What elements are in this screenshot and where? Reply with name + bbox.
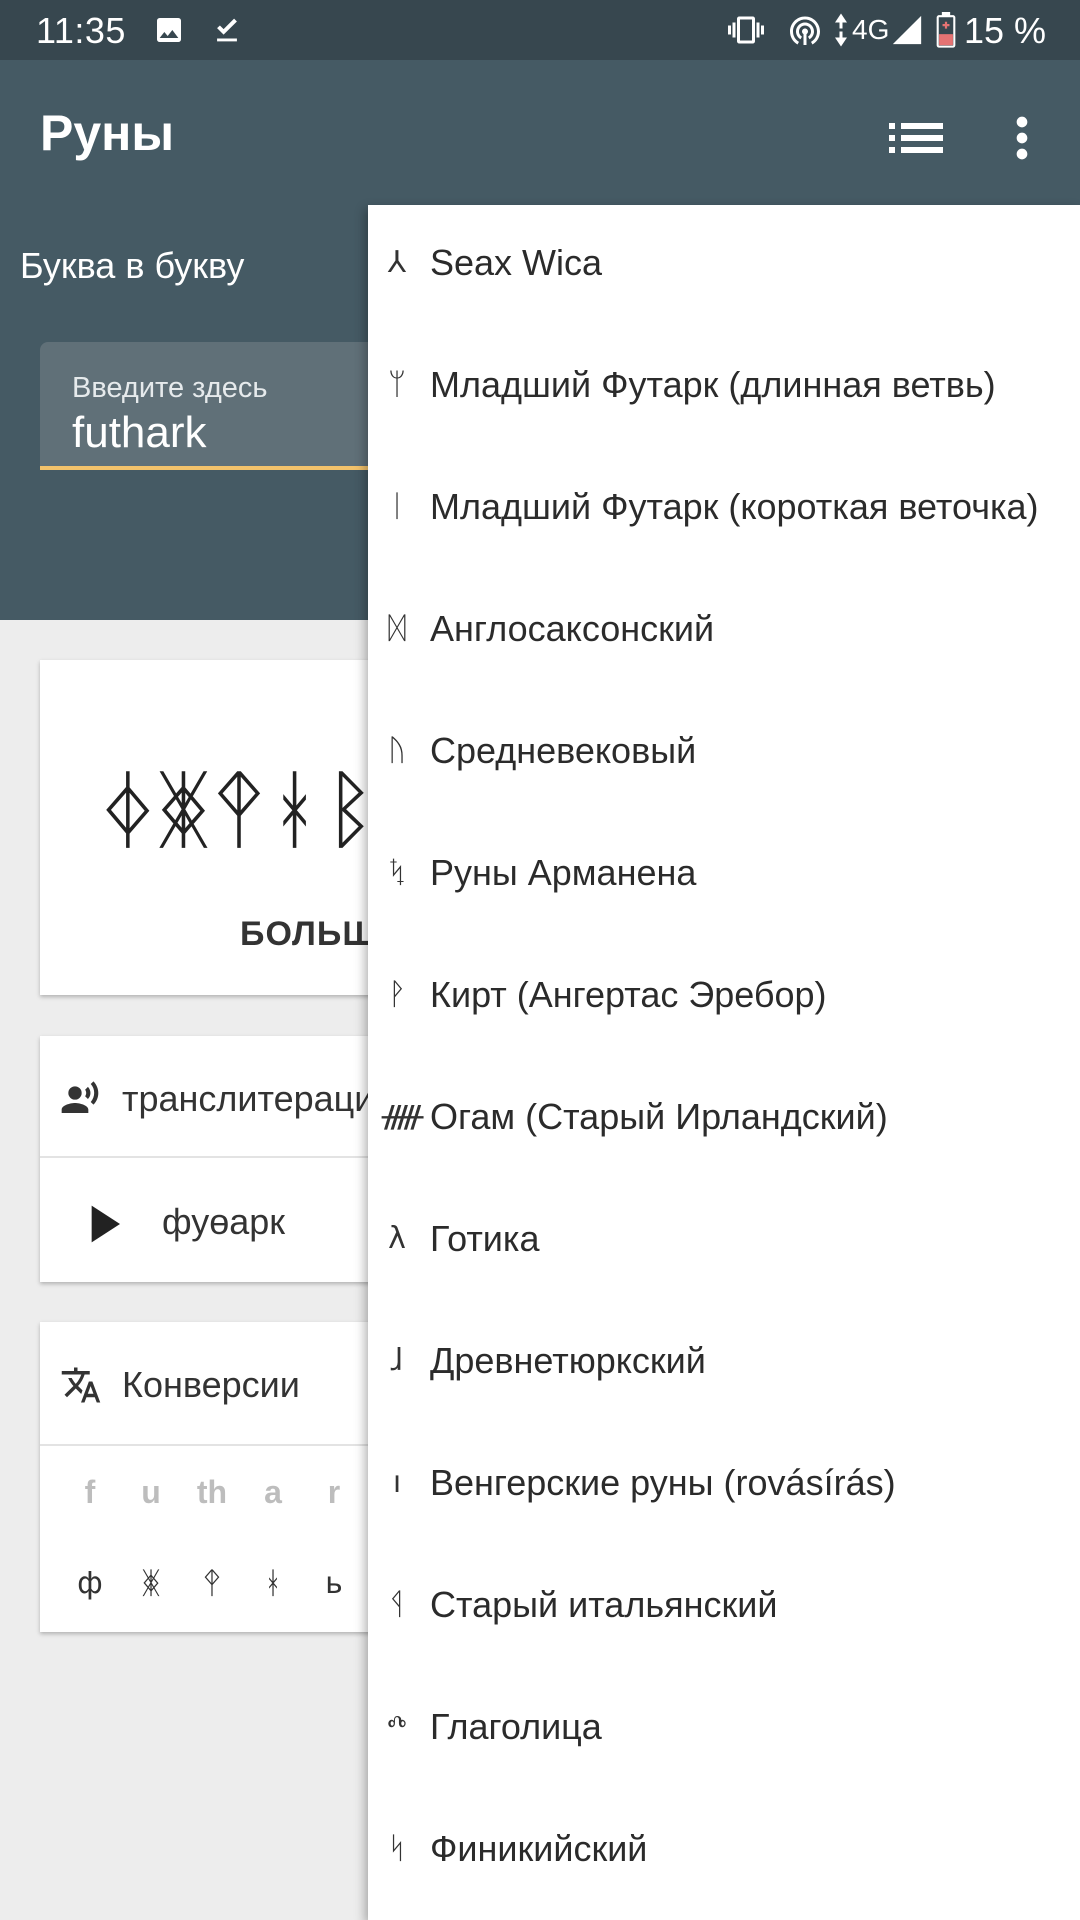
rune-glyph-icon: ı xyxy=(392,1465,402,1500)
converted-rune[interactable]: ф xyxy=(60,1566,120,1601)
vibrate-icon xyxy=(728,16,764,44)
menu-item-label: Финикийский xyxy=(430,1828,648,1869)
rune-output-text[interactable]: ᛄᛤᛳᚼᛒ xyxy=(102,760,380,860)
rune-glyph-icon: ᛘ xyxy=(388,367,406,402)
rune-glyph-icon: ɺ xyxy=(390,1343,404,1378)
download-done-icon xyxy=(217,18,237,42)
caps-button[interactable]: БОЛЬШ xyxy=(240,915,378,954)
transliteration-label: транслитераци xyxy=(122,1078,375,1119)
menu-item-label: Венгерские руны (rovásírás) xyxy=(430,1462,896,1503)
latin-letter[interactable]: u xyxy=(121,1474,181,1511)
image-icon xyxy=(157,18,181,42)
rune-glyph-icon: ᚹ xyxy=(388,977,406,1012)
menu-item-gothic[interactable]: λ Готика xyxy=(368,1181,1080,1303)
battery-icon xyxy=(936,12,956,48)
signal-icon xyxy=(892,15,922,45)
translate-icon xyxy=(61,1367,101,1403)
converted-rune[interactable]: ᚼ xyxy=(243,1566,303,1601)
rune-glyph-icon: ᚢ xyxy=(388,733,406,768)
menu-item-younger-futhark-short[interactable]: ᛁ Младший Футарк (короткая веточка) xyxy=(368,449,1080,571)
app-bar: Руны xyxy=(0,60,1080,205)
menu-item-anglo-saxon[interactable]: ᛞ Англосаксонский xyxy=(368,571,1080,693)
latin-letter[interactable]: r xyxy=(304,1474,364,1511)
menu-item-label: Младший Футарк (длинная ветвь) xyxy=(430,364,996,405)
input-hint: Введите здесь xyxy=(72,372,268,404)
converted-rune[interactable]: ᛤ xyxy=(121,1566,181,1601)
latin-letter[interactable]: th xyxy=(182,1474,242,1511)
rune-glyph-icon: ᛋ xyxy=(388,1831,406,1866)
menu-item-label: Готика xyxy=(430,1218,540,1259)
latin-letter[interactable]: a xyxy=(243,1474,303,1511)
rune-glyph-icon: ⅄ xyxy=(387,245,407,280)
status-bar: 11:35 4G 15 % xyxy=(0,0,1080,60)
converted-rune[interactable]: ᛳ xyxy=(182,1566,242,1601)
menu-item-label: Древнетюркский xyxy=(430,1340,706,1381)
battery-percent: 15 % xyxy=(963,10,1046,51)
menu-item-label: Англосаксонский xyxy=(430,608,715,649)
network-label: 4G xyxy=(852,14,890,45)
status-time: 11:35 xyxy=(36,10,126,51)
rune-glyph-icon: λ xyxy=(388,1221,406,1256)
menu-item-label: Средневековый xyxy=(430,730,697,771)
alphabet-dropdown-menu: ⅄ Seax Wica ᛘ Младший Футарк (длинная ве… xyxy=(368,205,1080,1920)
menu-item-armanen[interactable]: ᛪ Руны Арманена xyxy=(368,815,1080,937)
play-icon[interactable] xyxy=(88,1204,122,1244)
menu-item-medieval[interactable]: ᚢ Средневековый xyxy=(368,693,1080,815)
record-voice-icon xyxy=(61,1081,99,1113)
menu-item-old-italic[interactable]: ᛩ Старый итальянский xyxy=(368,1547,1080,1669)
menu-item-ogham[interactable]: ᚏ Огам (Старый Ирландский) xyxy=(368,1059,1080,1181)
menu-item-label: Старый итальянский xyxy=(430,1584,778,1625)
menu-item-label: Младший Футарк (короткая веточка) xyxy=(430,486,1039,527)
transliteration-text: фуөарк xyxy=(162,1201,286,1242)
list-icon[interactable] xyxy=(880,102,952,174)
menu-item-label: Кирт (Ангертас Эребор) xyxy=(430,974,827,1015)
menu-item-phoenician[interactable]: ᛋ Финикийский xyxy=(368,1791,1080,1913)
input-value[interactable]: futhark xyxy=(72,408,207,458)
app-title: Руны xyxy=(40,105,175,161)
more-vert-icon[interactable] xyxy=(990,102,1054,174)
rune-glyph-icon: ᛁ xyxy=(388,489,406,524)
rune-glyph-icon: ᛞ xyxy=(388,611,406,646)
latin-letter[interactable]: f xyxy=(60,1474,120,1511)
converted-rune[interactable]: ь xyxy=(304,1566,364,1601)
menu-item-seax-wica[interactable]: ⅄ Seax Wica xyxy=(368,205,1080,327)
menu-item-label: Руны Арманена xyxy=(430,852,697,893)
rune-glyph-icon: ᛪ xyxy=(388,855,406,890)
rune-glyph-icon: ᚏ xyxy=(382,1099,424,1134)
menu-item-label: Глаголица xyxy=(430,1706,602,1747)
rune-glyph-icon: ⰴ xyxy=(387,1709,407,1744)
rune-glyph-icon: ᛩ xyxy=(388,1587,406,1622)
menu-item-glagolitic[interactable]: ⰴ Глаголица xyxy=(368,1669,1080,1791)
menu-item-hungarian-runes[interactable]: ı Венгерские руны (rovásírás) xyxy=(368,1425,1080,1547)
menu-item-younger-futhark-long[interactable]: ᛘ Младший Футарк (длинная ветвь) xyxy=(368,327,1080,449)
mode-label[interactable]: Буква в букву xyxy=(20,245,244,287)
menu-item-old-turkic[interactable]: ɺ Древнетюркский xyxy=(368,1303,1080,1425)
menu-item-label: Seax Wica xyxy=(430,242,603,283)
data-arrows-icon xyxy=(835,13,847,47)
hotspot-icon xyxy=(790,16,820,45)
menu-item-cirth[interactable]: ᚹ Кирт (Ангертас Эребор) xyxy=(368,937,1080,1059)
menu-item-label: Огам (Старый Ирландский) xyxy=(430,1096,888,1137)
conversions-label: Конверсии xyxy=(122,1364,300,1405)
